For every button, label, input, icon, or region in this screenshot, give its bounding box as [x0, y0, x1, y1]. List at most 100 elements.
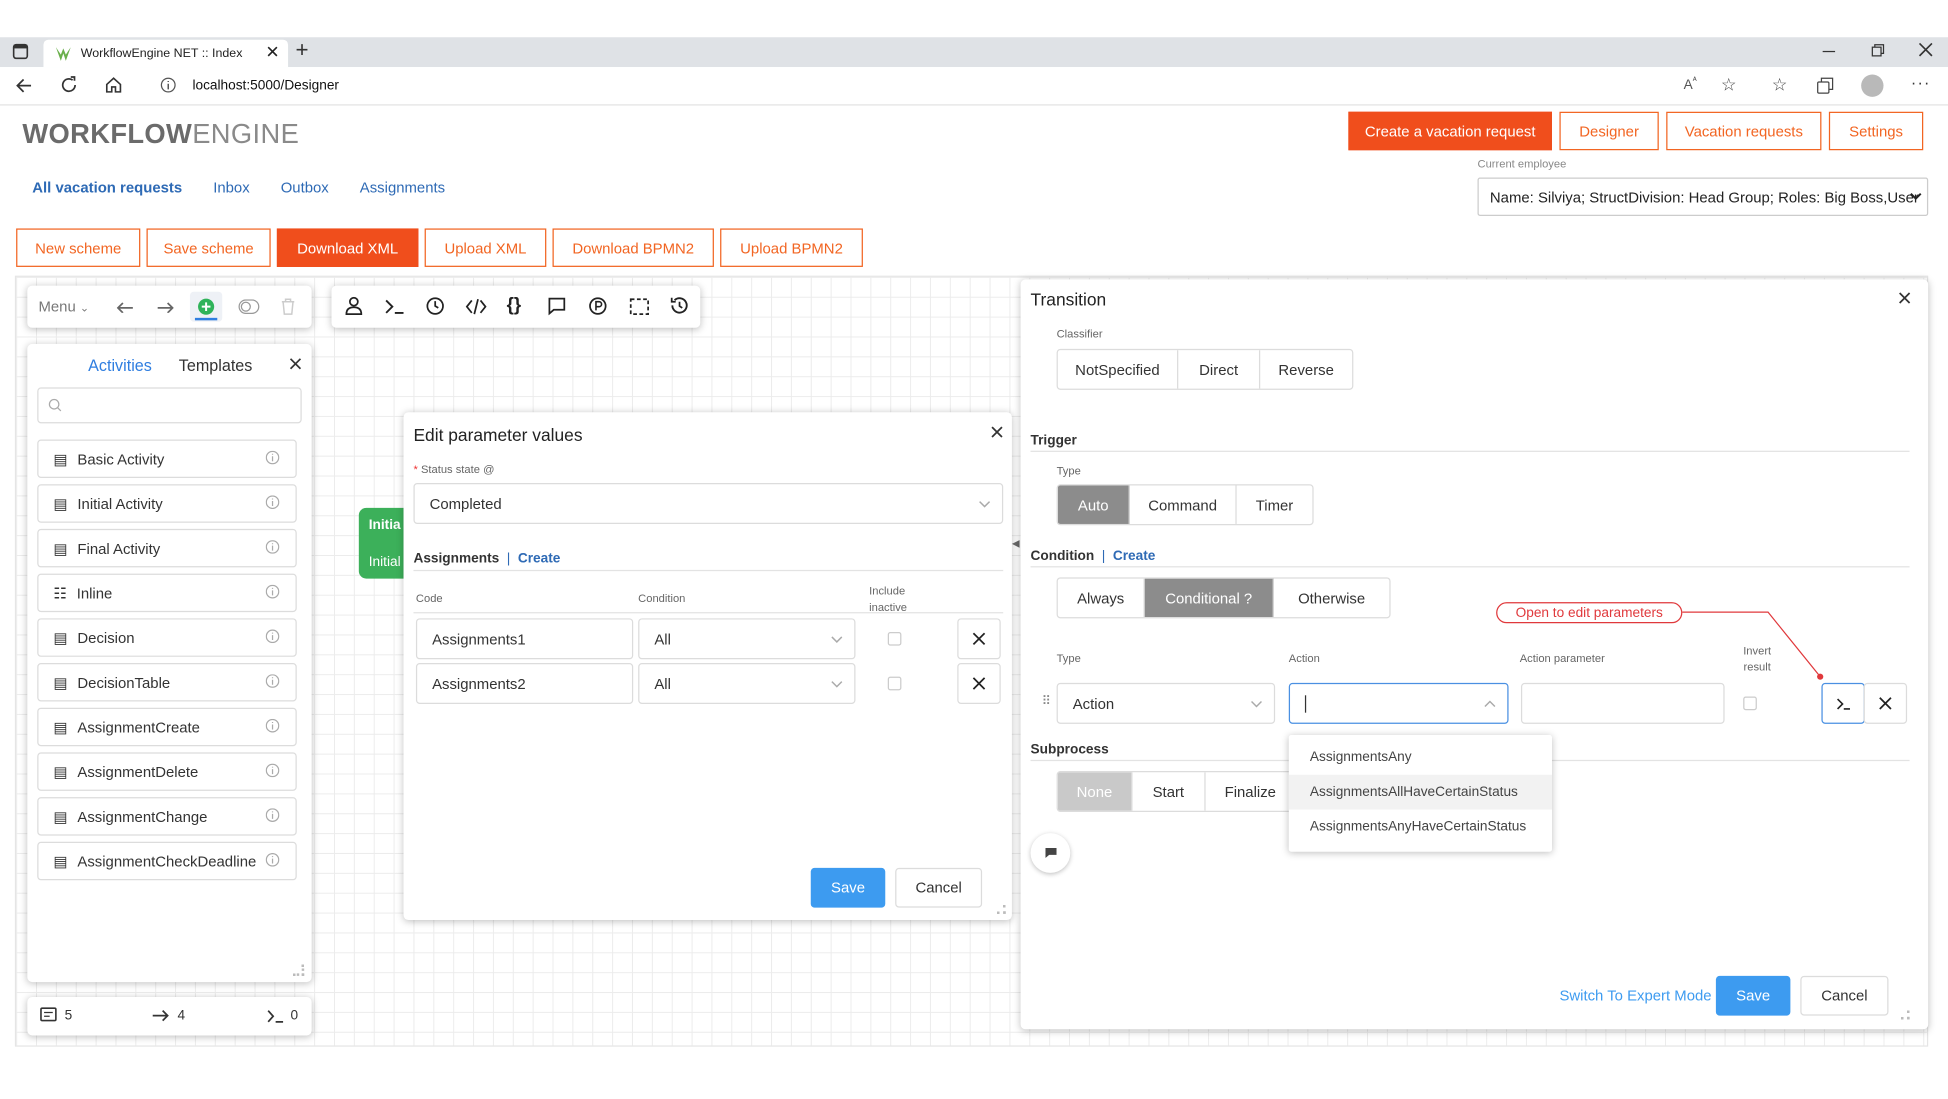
- switch-to-expert-mode-link[interactable]: Switch To Expert Mode: [1559, 987, 1711, 1004]
- dialog-save-button[interactable]: Save: [810, 867, 886, 908]
- edit-parameters-button[interactable]: [1821, 682, 1865, 724]
- library-item-assignment-delete[interactable]: ▤ AssignmentDelete: [37, 752, 297, 791]
- condition-option-otherwise[interactable]: Otherwise: [1274, 579, 1389, 617]
- new-scheme-button[interactable]: New scheme: [16, 228, 141, 267]
- redo-icon[interactable]: [156, 299, 174, 313]
- condition-type-select[interactable]: Action: [1056, 682, 1276, 724]
- tab-templates[interactable]: Templates: [179, 356, 253, 375]
- undo-icon[interactable]: [116, 299, 134, 313]
- trigger-option-command[interactable]: Command: [1130, 485, 1237, 524]
- timer-icon[interactable]: [426, 297, 445, 316]
- process-parameters-icon[interactable]: [589, 297, 608, 316]
- library-item-decision-table[interactable]: ▤ DecisionTable: [37, 663, 297, 702]
- minimize-icon[interactable]: [1822, 50, 1836, 53]
- include-inactive-checkbox[interactable]: [887, 676, 902, 691]
- designer-button[interactable]: Designer: [1559, 111, 1659, 151]
- command-icon[interactable]: [385, 299, 405, 314]
- library-item-assignment-change[interactable]: ▤ AssignmentChange: [37, 797, 297, 836]
- subprocess-option-none[interactable]: None: [1057, 772, 1133, 811]
- read-aloud-icon[interactable]: Aᴬ: [1684, 77, 1697, 93]
- create-vacation-request-button[interactable]: Create a vacation request: [1348, 111, 1552, 151]
- dialog-cancel-button[interactable]: Cancel: [895, 867, 983, 908]
- library-item-initial-activity[interactable]: ▤ Initial Activity: [37, 484, 297, 523]
- info-icon[interactable]: [265, 495, 280, 510]
- dialog-resize-handle[interactable]: [997, 905, 1006, 914]
- new-tab-button[interactable]: +: [296, 37, 309, 63]
- library-item-inline[interactable]: ☷ Inline: [37, 573, 297, 613]
- info-icon[interactable]: [265, 852, 280, 867]
- delete-condition-button[interactable]: [1863, 682, 1908, 724]
- transition-cancel-button[interactable]: Cancel: [1800, 975, 1889, 1016]
- include-inactive-checkbox[interactable]: [887, 631, 902, 646]
- dropdown-option[interactable]: AssignmentsAllHaveCertainStatus: [1288, 774, 1552, 810]
- classifier-option-notspecified[interactable]: NotSpecified: [1058, 350, 1179, 389]
- trigger-option-timer[interactable]: Timer: [1237, 485, 1313, 523]
- upload-bpmn2-button[interactable]: Upload BPMN2: [720, 228, 863, 267]
- assignment-condition-select[interactable]: All: [638, 618, 856, 660]
- collections-icon[interactable]: [1816, 77, 1834, 94]
- transition-close-icon[interactable]: [1898, 292, 1911, 304]
- add-favorite-icon[interactable]: ☆: [1721, 74, 1737, 95]
- trigger-option-auto[interactable]: Auto: [1057, 485, 1130, 524]
- nav-inbox[interactable]: Inbox: [213, 179, 249, 196]
- action-parameter-input[interactable]: [1520, 682, 1725, 724]
- library-search-input[interactable]: [37, 387, 302, 424]
- upload-xml-button[interactable]: Upload XML: [424, 228, 547, 267]
- info-icon[interactable]: [265, 674, 280, 688]
- browser-tab[interactable]: WorkflowEngine NET :: Index: [43, 39, 289, 68]
- subprocess-option-finalize[interactable]: Finalize: [1206, 772, 1295, 810]
- code-icon[interactable]: [465, 298, 487, 315]
- comment-button[interactable]: [1030, 833, 1071, 873]
- info-icon[interactable]: [265, 808, 280, 822]
- library-item-basic-activity[interactable]: ▤ Basic Activity: [37, 439, 297, 479]
- toggle-icon[interactable]: [238, 299, 260, 315]
- action-select[interactable]: [1288, 682, 1509, 724]
- dropdown-option[interactable]: AssignmentsAny: [1289, 741, 1552, 775]
- delete-row-button[interactable]: [957, 663, 1001, 704]
- library-item-decision[interactable]: ▤ Decision: [37, 618, 297, 657]
- url-input[interactable]: localhost:5000/Designer: [192, 78, 339, 93]
- tab-close-icon[interactable]: [267, 46, 278, 57]
- comment-icon[interactable]: [548, 297, 567, 316]
- restore-icon[interactable]: [1871, 43, 1885, 57]
- nav-all-vacation-requests[interactable]: All vacation requests: [32, 179, 182, 196]
- library-item-final-activity[interactable]: ▤ Final Activity: [37, 528, 297, 568]
- home-icon[interactable]: [104, 76, 123, 95]
- download-bpmn2-button[interactable]: Download BPMN2: [552, 228, 714, 267]
- vacation-requests-button[interactable]: Vacation requests: [1666, 111, 1822, 151]
- assignment-condition-select[interactable]: All: [638, 663, 856, 704]
- condition-option-conditional[interactable]: Conditional ?: [1144, 578, 1274, 618]
- reload-icon[interactable]: [60, 76, 79, 95]
- browser-menu-icon[interactable]: ···: [1911, 73, 1931, 92]
- nav-assignments[interactable]: Assignments: [360, 179, 445, 196]
- delete-row-button[interactable]: [957, 618, 1001, 660]
- download-xml-button[interactable]: Download XML: [276, 228, 419, 267]
- current-employee-select[interactable]: Name: Silviya; StructDivision: Head Grou…: [1477, 177, 1929, 217]
- create-assignment-link[interactable]: Create: [518, 551, 561, 566]
- transition-save-button[interactable]: Save: [1715, 975, 1791, 1016]
- classifier-option-direct[interactable]: Direct: [1178, 350, 1261, 389]
- library-item-assignment-check-deadline[interactable]: ▤ AssignmentCheckDeadline: [37, 841, 297, 881]
- nav-outbox[interactable]: Outbox: [281, 179, 329, 196]
- subprocess-option-start[interactable]: Start: [1132, 772, 1206, 811]
- info-icon[interactable]: [265, 450, 280, 465]
- create-condition-link[interactable]: Create: [1113, 549, 1156, 564]
- trash-icon[interactable]: [281, 298, 296, 315]
- info-icon[interactable]: [265, 763, 280, 778]
- assignment-code-input[interactable]: Assignments2: [415, 663, 634, 704]
- save-scheme-button[interactable]: Save scheme: [146, 228, 271, 267]
- condition-option-always[interactable]: Always: [1058, 578, 1145, 618]
- site-info-icon[interactable]: [160, 77, 176, 93]
- info-icon[interactable]: [265, 540, 280, 554]
- tab-activities[interactable]: Activities: [88, 356, 152, 375]
- classifier-option-reverse[interactable]: Reverse: [1260, 350, 1352, 388]
- window-close-icon[interactable]: [1918, 42, 1933, 57]
- library-resize-handle[interactable]: [293, 964, 305, 976]
- add-node-icon[interactable]: [189, 291, 223, 322]
- tab-actions-icon[interactable]: [12, 43, 29, 60]
- back-icon[interactable]: [15, 77, 32, 94]
- selection-icon[interactable]: [629, 298, 649, 315]
- panel-collapse-icon[interactable]: ◀: [1012, 538, 1020, 549]
- parameters-icon[interactable]: {}: [507, 294, 522, 315]
- assignment-code-input[interactable]: Assignments1: [415, 618, 634, 660]
